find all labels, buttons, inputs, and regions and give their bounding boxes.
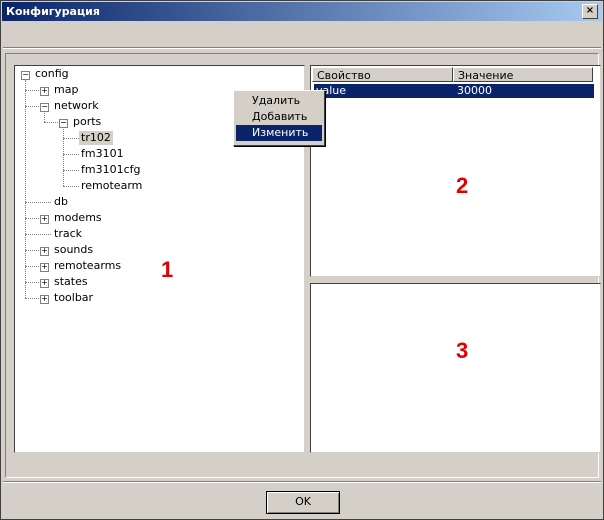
tree-node-remotearm[interactable]: remotearm xyxy=(81,179,142,193)
tree-node-ports[interactable]: ports xyxy=(73,115,101,129)
column-header-property[interactable]: Свойство xyxy=(312,67,453,82)
close-button[interactable]: × xyxy=(582,4,598,19)
tree-line xyxy=(25,90,41,91)
annotation-2: 2 xyxy=(456,173,469,198)
property-value: 30000 xyxy=(457,84,492,97)
detail-panel xyxy=(310,283,601,453)
menu-item-delete[interactable]: Удалить xyxy=(236,93,322,109)
expand-icon[interactable]: + xyxy=(40,295,49,304)
close-icon: × xyxy=(585,5,595,16)
expand-icon[interactable]: + xyxy=(40,263,49,272)
tree-line xyxy=(44,122,60,123)
annotation-3: 3 xyxy=(456,338,469,363)
window-title: Конфигурация xyxy=(6,5,100,18)
tree-line xyxy=(63,154,79,155)
expand-icon[interactable]: + xyxy=(40,247,49,256)
tree-node-db[interactable]: db xyxy=(54,195,68,209)
tree-line xyxy=(25,202,51,203)
tree-line xyxy=(25,298,41,299)
expand-icon[interactable]: + xyxy=(40,279,49,288)
tree-node-toolbar[interactable]: toolbar xyxy=(54,291,93,305)
config-window: Конфигурация × − config + map − network … xyxy=(0,0,604,520)
tree-node-tr102[interactable]: tr102 xyxy=(79,131,113,145)
properties-grid[interactable]: Свойство Значение value 30000 xyxy=(310,65,601,277)
expand-icon[interactable]: + xyxy=(40,87,49,96)
context-menu: Удалить Добавить Изменить xyxy=(233,90,325,146)
table-row[interactable]: value 30000 xyxy=(314,84,594,98)
tree-line xyxy=(63,170,79,171)
tree-node-remotearms[interactable]: remotearms xyxy=(54,259,121,273)
tree-line xyxy=(63,138,79,139)
menu-item-add[interactable]: Добавить xyxy=(236,109,322,125)
annotation-1: 1 xyxy=(161,257,174,282)
tree-line xyxy=(25,234,51,235)
tree-node-map[interactable]: map xyxy=(54,83,78,97)
tree-line xyxy=(25,250,41,251)
title-bar: Конфигурация × xyxy=(2,2,602,21)
tree-node-track[interactable]: track xyxy=(54,227,82,241)
ok-button[interactable]: OK xyxy=(266,491,340,514)
bottom-separator xyxy=(3,481,601,483)
menu-item-edit[interactable]: Изменить xyxy=(236,125,322,141)
tree-node-fm3101[interactable]: fm3101 xyxy=(81,147,124,161)
collapse-icon[interactable]: − xyxy=(21,71,30,80)
tree-node-sounds[interactable]: sounds xyxy=(54,243,93,257)
tree-line xyxy=(25,282,41,283)
tree-node-fm3101cfg[interactable]: fm3101cfg xyxy=(81,163,141,177)
tree-line xyxy=(25,218,41,219)
tree-line xyxy=(44,111,45,122)
tree-line xyxy=(63,127,64,186)
tree-node-network[interactable]: network xyxy=(54,99,99,113)
tree-node-states[interactable]: states xyxy=(54,275,88,289)
column-header-value[interactable]: Значение xyxy=(453,67,593,82)
tree-line xyxy=(25,106,41,107)
tree-node-modems[interactable]: modems xyxy=(54,211,102,225)
top-separator xyxy=(3,47,601,49)
tree-node-config[interactable]: config xyxy=(35,67,69,81)
tree-line xyxy=(25,266,41,267)
expand-icon[interactable]: + xyxy=(40,215,49,224)
tree-line xyxy=(63,186,79,187)
